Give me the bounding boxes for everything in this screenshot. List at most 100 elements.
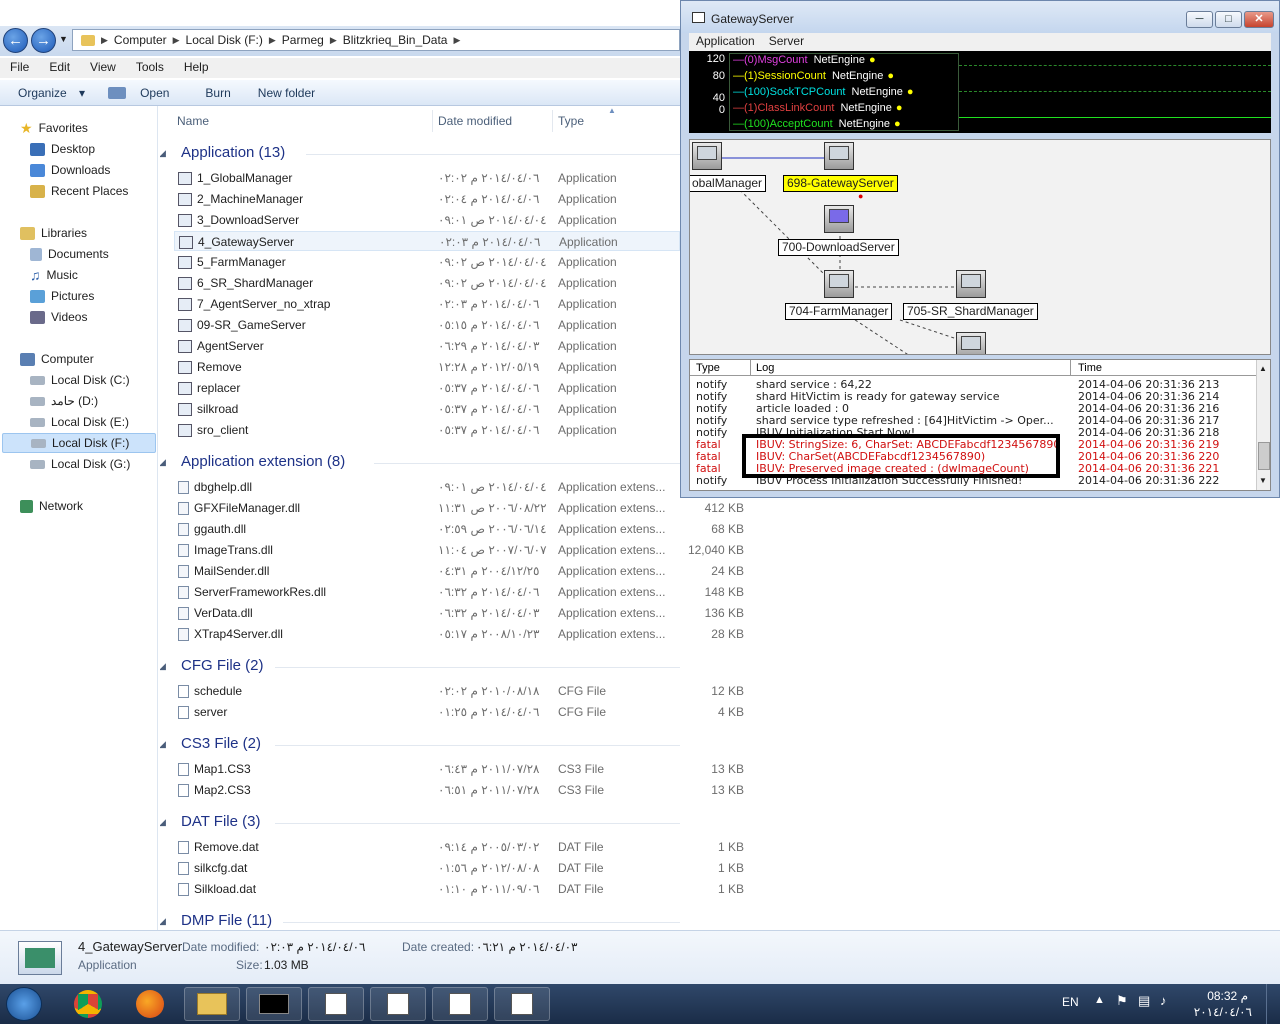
- organize-button[interactable]: Organize ▾: [0, 86, 94, 100]
- close-button[interactable]: ✕: [1244, 11, 1274, 28]
- nav-computer[interactable]: Computer: [20, 349, 94, 369]
- download-node-label[interactable]: 700-DownloadServer: [778, 239, 899, 256]
- cmd-taskbar-button[interactable]: [246, 987, 302, 1021]
- shard-node-label[interactable]: 705-SR_ShardManager: [903, 303, 1038, 320]
- collapse-icon[interactable]: ◢: [160, 739, 166, 750]
- nav-recent-places[interactable]: Recent Places: [30, 181, 128, 201]
- nav-favorites[interactable]: ★ Favorites: [20, 118, 88, 138]
- server-window-3-taskbar-button[interactable]: [432, 987, 488, 1021]
- gateway-node-icon[interactable]: [824, 142, 854, 170]
- nav-drive-f[interactable]: Local Disk (F:): [2, 433, 156, 453]
- language-indicator[interactable]: EN: [1062, 995, 1079, 1009]
- nav-documents[interactable]: Documents: [30, 244, 109, 264]
- file-row[interactable]: Map2.CS3 ٢٠١١/٠٧/٢٨ م ٠٦:٥١ CS3 File: [174, 780, 680, 800]
- nav-drive-e[interactable]: Local Disk (E:): [30, 412, 129, 432]
- file-row[interactable]: ServerFrameworkRes.dll ٢٠١٤/٠٤/٠٦ م ٠٦:٣٢…: [174, 582, 680, 602]
- breadcrumb-parmeg[interactable]: Parmeg: [282, 33, 324, 47]
- nav-network[interactable]: Network: [20, 496, 83, 516]
- group-header[interactable]: Application extension (8): [181, 453, 345, 470]
- collapse-icon[interactable]: ◢: [160, 916, 166, 927]
- menu-application[interactable]: Application: [689, 33, 762, 51]
- minimize-button[interactable]: ─: [1186, 11, 1213, 28]
- group-header[interactable]: DMP File (11): [181, 912, 272, 929]
- nav-libraries[interactable]: Libraries: [20, 223, 87, 243]
- file-row[interactable]: 5_FarmManager ٢٠١٤/٠٤/٠٤ ص ٠٩:٠٢ Applicati…: [174, 252, 680, 272]
- network-tray-icon[interactable]: ▤: [1138, 993, 1150, 1009]
- nav-downloads[interactable]: Downloads: [30, 160, 110, 180]
- breadcrumb[interactable]: ▶ Computer ▶ Local Disk (F:) ▶ Parmeg ▶ Bli…: [72, 29, 680, 51]
- open-button[interactable]: Open: [94, 86, 187, 100]
- explorer-taskbar-button[interactable]: [184, 987, 240, 1021]
- breadcrumb-local-disk-f[interactable]: Local Disk (F:): [186, 33, 263, 47]
- file-row[interactable]: MailSender.dll ٢٠٠٤/١٢/٢٥ م ٠٤:٣١ Applicat…: [174, 561, 680, 581]
- file-row[interactable]: VerData.dll ٢٠١٤/٠٤/٠٣ م ٠٦:٣٢ Application…: [174, 603, 680, 623]
- nav-drive-c[interactable]: Local Disk (C:): [30, 370, 130, 390]
- breadcrumb-blitzkrieq[interactable]: Blitzkrieq_Bin_Data: [343, 33, 448, 47]
- file-row[interactable]: 6_SR_ShardManager ٢٠١٤/٠٤/٠٤ ص ٠٩:٠٢ Appli…: [174, 273, 680, 293]
- group-header[interactable]: DAT File (3): [181, 813, 260, 830]
- shard-node-icon[interactable]: [956, 270, 986, 298]
- start-button[interactable]: [6, 987, 42, 1021]
- menu-help[interactable]: Help: [174, 58, 219, 78]
- gateway-node-label[interactable]: 698-GatewayServer: [783, 175, 898, 192]
- log-header-log[interactable]: Log: [756, 362, 774, 374]
- log-header-type[interactable]: Type: [696, 362, 720, 374]
- menu-view[interactable]: View: [80, 58, 126, 78]
- file-row[interactable]: Remove ٢٠١٢/٠٥/١٩ م ١٢:٢٨ Application: [174, 357, 680, 377]
- nav-desktop[interactable]: Desktop: [30, 139, 95, 159]
- nav-drive-g[interactable]: Local Disk (G:): [30, 454, 130, 474]
- file-row[interactable]: silkcfg.dat ٢٠١٢/٠٨/٠٨ م ٠١:٥٦ DAT File: [174, 858, 680, 878]
- menu-file[interactable]: File: [0, 58, 39, 78]
- nav-music[interactable]: ♫ Music: [30, 265, 78, 285]
- burn-button[interactable]: Burn: [187, 86, 239, 100]
- scroll-up-icon[interactable]: ▲: [1259, 364, 1267, 373]
- file-row[interactable]: 7_AgentServer_no_xtrap ٢٠١٤/٠٤/٠٦ م ٠٢:٠٣…: [174, 294, 680, 314]
- log-scrollbar[interactable]: ▲ ▼: [1256, 360, 1270, 490]
- file-row[interactable]: 2_MachineManager ٢٠١٤/٠٤/٠٦ م ٠٢:٠٤ Applic…: [174, 189, 680, 209]
- clock-time[interactable]: 08:32 م: [1200, 989, 1248, 1003]
- scroll-thumb[interactable]: [1258, 442, 1270, 470]
- server-window-4-taskbar-button[interactable]: [494, 987, 550, 1021]
- collapse-icon[interactable]: ◢: [160, 148, 166, 159]
- menu-edit[interactable]: Edit: [39, 58, 80, 78]
- file-row[interactable]: ImageTrans.dll ٢٠٠٧/٠٦/٠٧ ص ١١:٠٤ Applicat…: [174, 540, 680, 560]
- file-row[interactable]: XTrap4Server.dll ٢٠٠٨/١٠/٢٣ م ٠٥:١٧ Applic…: [174, 624, 680, 644]
- clock-date[interactable]: ٢٠١٤/٠٤/٠٦: [1190, 1005, 1252, 1019]
- column-header-date[interactable]: Date modified: [438, 114, 512, 128]
- new-folder-button[interactable]: New folder: [240, 86, 324, 100]
- firefox-taskbar-button[interactable]: [122, 987, 178, 1021]
- forward-button[interactable]: →: [31, 28, 56, 53]
- farm-node-icon[interactable]: [824, 270, 854, 298]
- action-center-icon[interactable]: ⚑: [1116, 993, 1128, 1009]
- file-row[interactable]: 1_GlobalManager ٢٠١٤/٠٤/٠٦ م ٠٢:٠٢ Applica…: [174, 168, 680, 188]
- group-header[interactable]: CS3 File (2): [181, 735, 261, 752]
- file-row[interactable]: 3_DownloadServer ٢٠١٤/٠٤/٠٤ ص ٠٩:٠١ Applic…: [174, 210, 680, 230]
- gateway-title-bar[interactable]: GatewayServer ─ □ ✕: [681, 1, 1279, 33]
- back-button[interactable]: ←: [3, 28, 28, 53]
- collapse-icon[interactable]: ◢: [160, 661, 166, 672]
- download-node-icon[interactable]: [824, 205, 854, 233]
- group-header[interactable]: Application (13): [181, 144, 285, 161]
- show-desktop-button[interactable]: [1266, 984, 1280, 1024]
- global-manager-node-icon[interactable]: [692, 142, 722, 170]
- log-header-time[interactable]: Time: [1078, 362, 1102, 374]
- farm-node-label[interactable]: 704-FarmManager: [785, 303, 893, 320]
- file-row[interactable]: ggauth.dll ٢٠٠٦/٠٦/١٤ ص ٠٢:٥٩ Application …: [174, 519, 680, 539]
- collapse-icon[interactable]: ◢: [160, 817, 166, 828]
- maximize-button[interactable]: □: [1215, 11, 1242, 28]
- extra-node-icon[interactable]: [956, 332, 986, 354]
- menu-server[interactable]: Server: [762, 33, 811, 51]
- file-row[interactable]: 09-SR_GameServer ٢٠١٤/٠٤/٠٦ م ٠٥:١٥ Applic…: [174, 315, 680, 335]
- column-header-name[interactable]: Name: [177, 114, 209, 128]
- file-row[interactable]: Silkload.dat ٢٠١١/٠٩/٠٦ م ٠١:١٠ DAT File: [174, 879, 680, 899]
- breadcrumb-computer[interactable]: Computer: [114, 33, 167, 47]
- server-window-2-taskbar-button[interactable]: [370, 987, 426, 1021]
- nav-pictures[interactable]: Pictures: [30, 286, 94, 306]
- file-row[interactable]: silkroad ٢٠١٤/٠٤/٠٦ م ٠٥:٣٧ Application: [174, 399, 680, 419]
- nav-drive-d[interactable]: حامد (D:): [30, 391, 98, 411]
- nav-videos[interactable]: Videos: [30, 307, 87, 327]
- recent-pages-dropdown-icon[interactable]: ▼: [59, 34, 68, 44]
- file-row[interactable]: replacer ٢٠١٤/٠٤/٠٦ م ٠٥:٣٧ Application: [174, 378, 680, 398]
- file-row[interactable]: AgentServer ٢٠١٤/٠٤/٠٣ م ٠٦:٢٩ Application: [174, 336, 680, 356]
- file-row[interactable]: server ٢٠١٤/٠٤/٠٦ م ٠١:٢٥ CFG File: [174, 702, 680, 722]
